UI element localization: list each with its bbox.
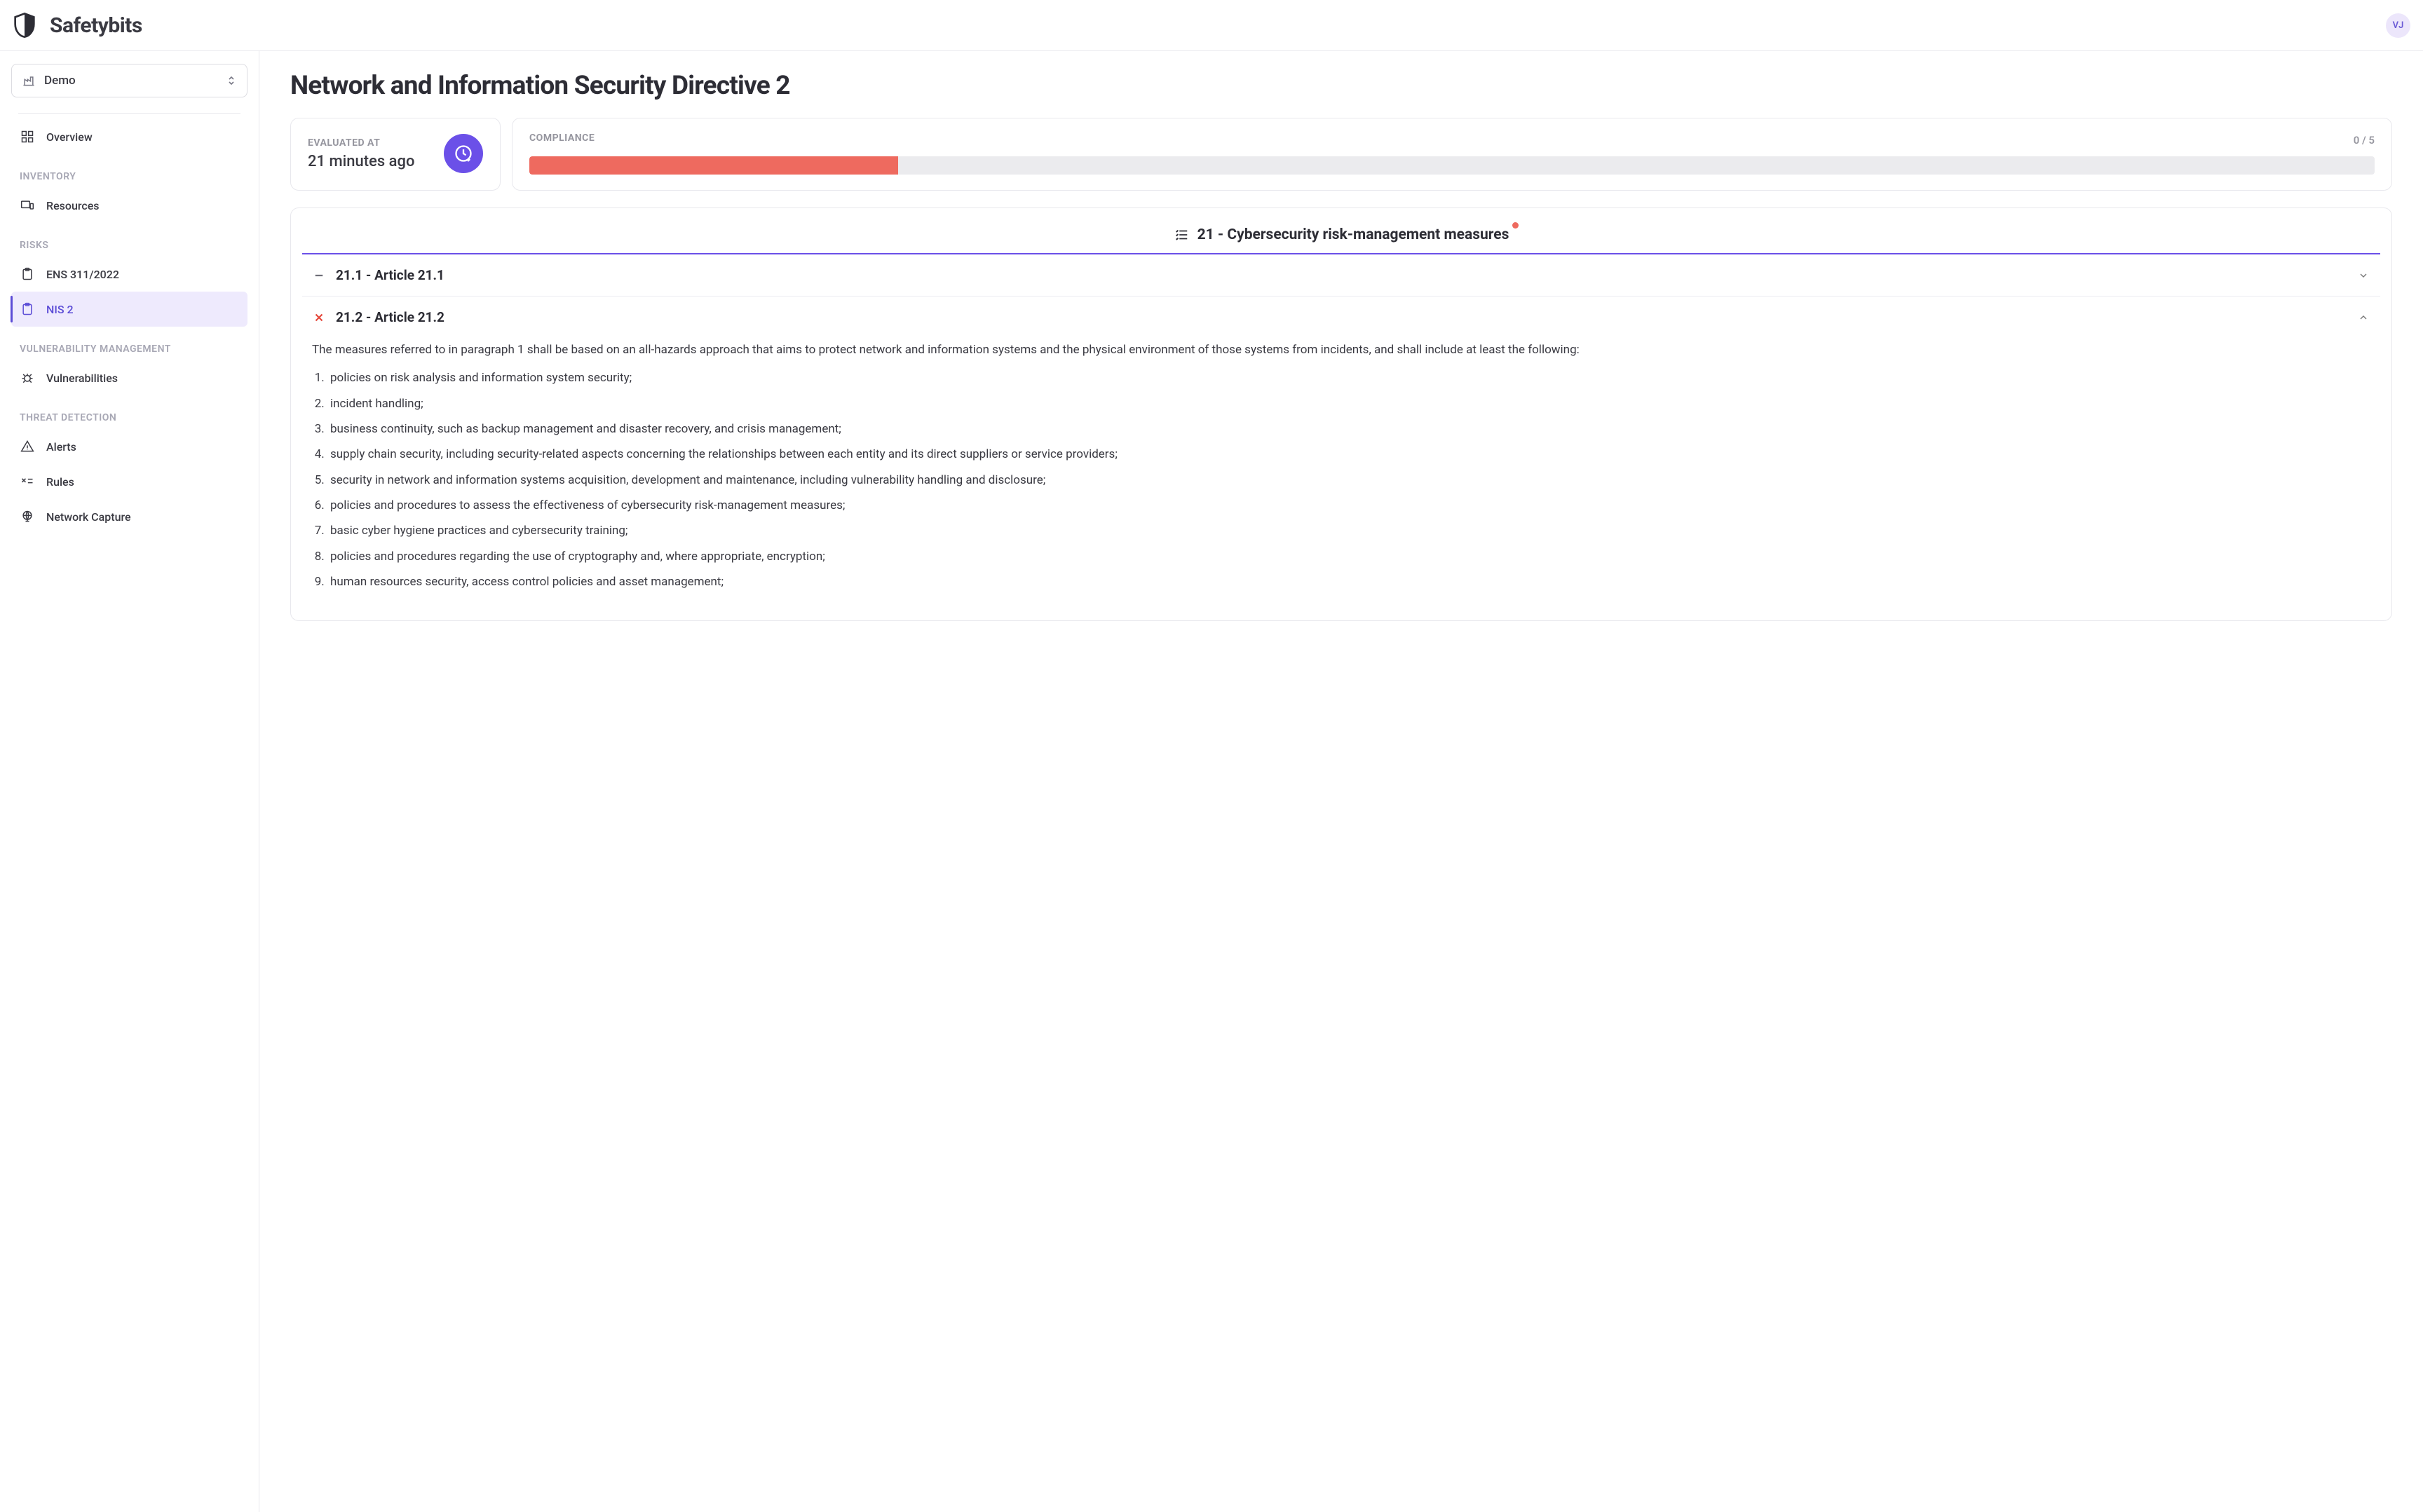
article-toggle[interactable]: 21.1 - Article 21.1 [302, 254, 2380, 296]
sidebar-item-label: Rules [46, 475, 74, 489]
brand-name: Safetybits [50, 13, 142, 38]
grid-icon [20, 129, 35, 144]
sidebar-item-label: Resources [46, 199, 100, 212]
minus-icon [312, 268, 326, 282]
article-21-2: 21.2 - Article 21.2 The measures referre… [302, 297, 2380, 604]
refresh-button[interactable] [444, 134, 483, 173]
article-list-item: policies and procedures regarding the us… [327, 547, 2370, 566]
compliance-label: COMPLIANCE [529, 132, 595, 144]
devices-icon [20, 198, 35, 213]
article-list-item: policies and procedures to assess the ef… [327, 496, 2370, 515]
avatar[interactable]: VJ [2386, 13, 2410, 38]
article-list-item: basic cyber hygiene practices and cybers… [327, 522, 2370, 540]
sidebar-item-ens[interactable]: ENS 311/2022 [11, 257, 247, 292]
article-intro: The measures referred to in paragraph 1 … [312, 341, 2370, 359]
factory-icon [22, 74, 36, 88]
article-list: policies on risk analysis and informatio… [312, 369, 2370, 591]
compliance-card: COMPLIANCE 0 / 5 [512, 118, 2392, 191]
article-21-1: 21.1 - Article 21.1 [302, 254, 2380, 297]
chevron-down-icon [2358, 270, 2369, 281]
workspace-selector[interactable]: Demo [11, 64, 247, 97]
sidebar-item-label: Vulnerabilities [46, 372, 118, 385]
sidebar-item-label: Network Capture [46, 510, 131, 524]
sidebar-item-resources[interactable]: Resources [11, 188, 247, 223]
article-body: The measures referred to in paragraph 1 … [302, 338, 2380, 604]
evaluated-value: 21 minutes ago [308, 153, 414, 170]
globe-icon [20, 509, 35, 524]
main-content: Network and Information Security Directi… [259, 51, 2423, 1512]
article-list-item: supply chain security, including securit… [327, 445, 2370, 463]
refresh-icon [454, 144, 473, 163]
sidebar-item-netcap[interactable]: Network Capture [11, 499, 247, 534]
section-title: 21 - Cybersecurity risk-management measu… [1197, 226, 1509, 243]
sidebar-heading-vuln: VULNERABILITY MANAGEMENT [11, 327, 247, 360]
sidebar-item-label: NIS 2 [46, 303, 74, 316]
clipboard-icon [20, 266, 35, 282]
compliance-progress-fill [529, 156, 898, 175]
article-list-item: human resources security, access control… [327, 573, 2370, 591]
article-toggle[interactable]: 21.2 - Article 21.2 [302, 297, 2380, 338]
shield-icon [11, 11, 39, 39]
article-title: 21.2 - Article 21.2 [336, 309, 2348, 325]
alert-icon [20, 439, 35, 454]
article-list-item: policies on risk analysis and informatio… [327, 369, 2370, 387]
sidebar-item-overview[interactable]: Overview [11, 119, 247, 154]
sidebar-item-rules[interactable]: Rules [11, 464, 247, 499]
article-list-item: incident handling; [327, 395, 2370, 413]
app-header: Safetybits VJ [0, 0, 2423, 51]
sidebar-item-label: Alerts [46, 440, 76, 454]
clipboard-icon [20, 301, 35, 317]
article-list-item: security in network and information syst… [327, 471, 2370, 489]
updown-icon [227, 75, 237, 86]
status-dot-icon [1512, 222, 1519, 229]
sidebar-item-nis2[interactable]: NIS 2 [11, 292, 247, 327]
evaluated-card: EVALUATED AT 21 minutes ago [290, 118, 501, 191]
workspace-label: Demo [44, 74, 219, 88]
article-list-item: business continuity, such as backup mana… [327, 420, 2370, 438]
sidebar: Demo Overview INVENTORY Resources RISKS … [0, 51, 259, 1512]
chevron-up-icon [2358, 312, 2369, 323]
compliance-progress [529, 156, 2375, 175]
bug-icon [20, 370, 35, 386]
sidebar-heading-threat: THREAT DETECTION [11, 395, 247, 429]
sidebar-heading-risks: RISKS [11, 223, 247, 257]
sidebar-item-label: ENS 311/2022 [46, 268, 119, 281]
article-title: 21.1 - Article 21.1 [336, 267, 2348, 283]
sidebar-item-vulnerabilities[interactable]: Vulnerabilities [11, 360, 247, 395]
sidebar-heading-inventory: INVENTORY [11, 154, 247, 188]
brand[interactable]: Safetybits [11, 11, 142, 39]
section-card: 21 - Cybersecurity risk-management measu… [290, 207, 2392, 621]
evaluated-label: EVALUATED AT [308, 137, 414, 149]
checklist-icon [1174, 227, 1189, 243]
rules-icon [20, 474, 35, 489]
page-title: Network and Information Security Directi… [290, 71, 2392, 101]
sidebar-item-label: Overview [46, 130, 93, 144]
x-icon [312, 311, 326, 325]
section-header: 21 - Cybersecurity risk-management measu… [302, 219, 2380, 253]
compliance-count: 0 / 5 [2354, 134, 2375, 147]
sidebar-item-alerts[interactable]: Alerts [11, 429, 247, 464]
